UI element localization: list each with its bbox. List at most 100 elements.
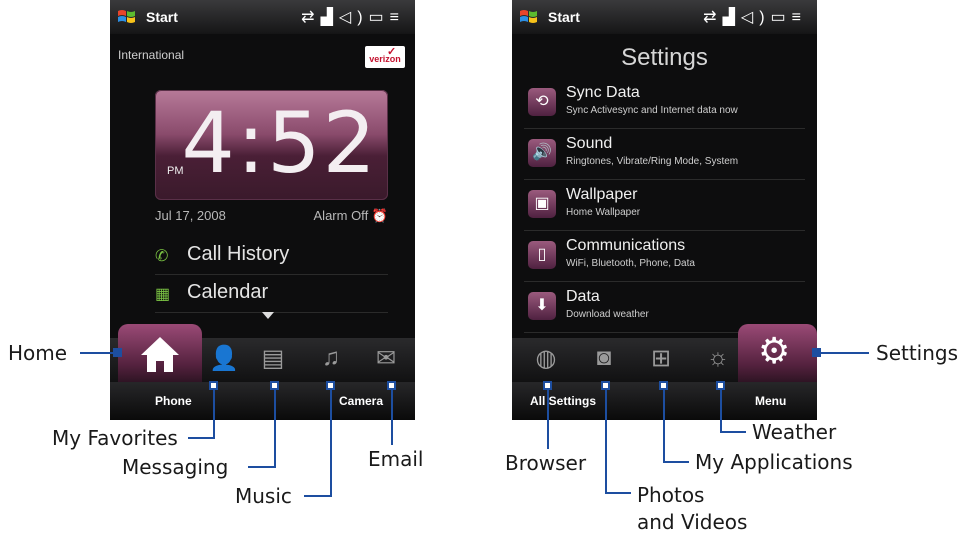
message-bubble-icon: ▤ xyxy=(261,345,285,372)
settings-item-sound[interactable]: 🔊 Sound Ringtones, Vibrate/Ring Mode, Sy… xyxy=(524,129,805,180)
softkey-all-settings[interactable]: All Settings xyxy=(530,394,596,408)
tab-my-applications[interactable]: ⊞ xyxy=(641,344,681,373)
data-icon: ⬇ xyxy=(528,292,556,320)
callout-music: Music xyxy=(235,484,292,508)
communications-icon: ▯ xyxy=(528,241,556,269)
settings-item-title: Data xyxy=(566,288,600,305)
callout-line xyxy=(605,389,607,494)
settings-item-wallpaper[interactable]: ▣ Wallpaper Home Wallpaper xyxy=(524,180,805,231)
battery-icon: ▭ xyxy=(368,9,390,26)
status-icons[interactable]: ⇄▟◁)▭≡ xyxy=(703,7,807,27)
tab-weather[interactable]: ☼ xyxy=(698,344,738,372)
music-note-icon: ♫ xyxy=(322,344,340,371)
app-grid-icon: ⊞ xyxy=(650,345,672,372)
settings-item-title: Wallpaper xyxy=(566,186,638,203)
start-label[interactable]: Start xyxy=(548,9,580,25)
callout-line xyxy=(547,389,549,449)
scroll-down-icon[interactable] xyxy=(262,312,274,319)
home-screen: Start ⇄▟◁)▭≡ International ✓ verizon PM 4… xyxy=(110,0,415,420)
callout-line xyxy=(663,389,665,463)
list-item-call-history[interactable]: ✆ Call History xyxy=(155,240,388,275)
camera-icon: ◙ xyxy=(596,344,612,371)
home-icon xyxy=(141,337,179,372)
callout-settings: Settings xyxy=(876,341,959,365)
callout-line xyxy=(304,495,332,497)
callout-weather: Weather xyxy=(752,420,837,444)
settings-item-subtitle: Home Wallpaper xyxy=(566,207,641,218)
phone-call-icon: ✆ xyxy=(155,248,169,265)
date-label: Jul 17, 2008 xyxy=(155,208,226,223)
callout-line xyxy=(720,389,722,433)
menu-icon: ≡ xyxy=(389,9,405,26)
clock-widget[interactable]: PM 4:52 xyxy=(155,90,388,200)
softkey-menu[interactable]: Menu xyxy=(755,394,786,408)
sync-icon: ⇄ xyxy=(703,9,723,26)
date-row: Jul 17, 2008 Alarm Off ⏰ xyxy=(155,208,388,223)
callout-line xyxy=(605,492,631,494)
tab-settings[interactable]: ⚙ xyxy=(738,324,817,382)
envelope-icon: ✉ xyxy=(375,345,397,372)
gear-icon: ⚙ xyxy=(758,330,791,371)
battery-icon: ▭ xyxy=(770,9,792,26)
callout-line xyxy=(80,352,116,354)
tab-messaging[interactable]: ▤ xyxy=(253,344,293,373)
tab-my-favorites[interactable]: 👤 xyxy=(204,344,244,373)
callout-line xyxy=(248,466,276,468)
callout-line xyxy=(720,431,746,433)
wallpaper-icon: ▣ xyxy=(528,190,556,218)
callout-my-favorites: My Favorites xyxy=(52,426,178,450)
settings-item-subtitle: Sync Activesync and Internet data now xyxy=(566,105,738,116)
tab-home[interactable] xyxy=(118,324,202,382)
person-icon: 👤 xyxy=(209,345,239,372)
callout-line xyxy=(330,389,332,497)
globe-icon: ◍ xyxy=(535,345,557,372)
settings-item-subtitle: Download weather xyxy=(566,309,649,320)
menu-icon: ≡ xyxy=(791,9,807,26)
list-item-label: Calendar xyxy=(187,281,269,303)
callout-photos-videos-line1: Photos xyxy=(637,483,705,507)
status-bar: Start ⇄▟◁)▭≡ xyxy=(512,0,817,34)
callout-home: Home xyxy=(8,341,68,365)
speaker-icon: ◁) xyxy=(740,9,771,26)
settings-screen: Start ⇄▟◁)▭≡ Settings ⟲ Sync Data Sync A… xyxy=(512,0,817,420)
carrier-logo: ✓ verizon xyxy=(365,46,405,68)
tab-email[interactable]: ✉ xyxy=(366,344,406,373)
softkey-phone[interactable]: Phone xyxy=(155,394,192,408)
start-label[interactable]: Start xyxy=(146,9,178,25)
callout-line xyxy=(213,389,215,439)
list-item-calendar[interactable]: ▦ Calendar xyxy=(155,278,388,313)
callout-photos-videos-line2: and Videos xyxy=(637,510,748,534)
softkey-bar: Phone Camera xyxy=(110,382,415,420)
settings-item-subtitle: WiFi, Bluetooth, Phone, Data xyxy=(566,258,695,269)
clock-time: 4:52 xyxy=(181,94,378,192)
callout-email: Email xyxy=(368,447,424,471)
settings-item-title: Sync Data xyxy=(566,84,640,101)
settings-item-subtitle: Ringtones, Vibrate/Ring Mode, System xyxy=(566,156,739,167)
callout-line xyxy=(188,437,215,439)
speaker-icon: ◁) xyxy=(338,9,369,26)
tab-browser[interactable]: ◍ xyxy=(526,344,566,373)
signal-icon: ▟ xyxy=(722,9,741,26)
tab-photos-videos[interactable]: ◙ xyxy=(584,344,624,372)
settings-item-title: Sound xyxy=(566,135,613,152)
settings-item-sync-data[interactable]: ⟲ Sync Data Sync Activesync and Internet… xyxy=(524,78,805,129)
network-label: International xyxy=(118,48,185,62)
sync-icon: ⇄ xyxy=(301,9,321,26)
settings-item-communications[interactable]: ▯ Communications WiFi, Bluetooth, Phone,… xyxy=(524,231,805,282)
tab-music[interactable]: ♫ xyxy=(311,344,351,372)
callout-browser: Browser xyxy=(505,451,587,475)
windows-start-icon[interactable] xyxy=(519,8,539,26)
list-item-label: Call History xyxy=(187,243,290,265)
windows-start-icon[interactable] xyxy=(117,8,137,26)
calendar-icon: ▦ xyxy=(155,286,171,303)
settings-item-title: Communications xyxy=(566,237,686,254)
callout-my-applications: My Applications xyxy=(695,450,853,474)
alarm-status[interactable]: Alarm Off ⏰ xyxy=(314,208,388,224)
softkey-camera[interactable]: Camera xyxy=(339,394,383,408)
status-icons[interactable]: ⇄▟◁)▭≡ xyxy=(301,7,405,27)
sun-icon: ☼ xyxy=(707,344,729,371)
alarm-clock-icon: ⏰ xyxy=(371,208,388,223)
sync-data-icon: ⟲ xyxy=(528,88,556,116)
callout-line xyxy=(391,389,393,445)
signal-icon: ▟ xyxy=(320,9,339,26)
